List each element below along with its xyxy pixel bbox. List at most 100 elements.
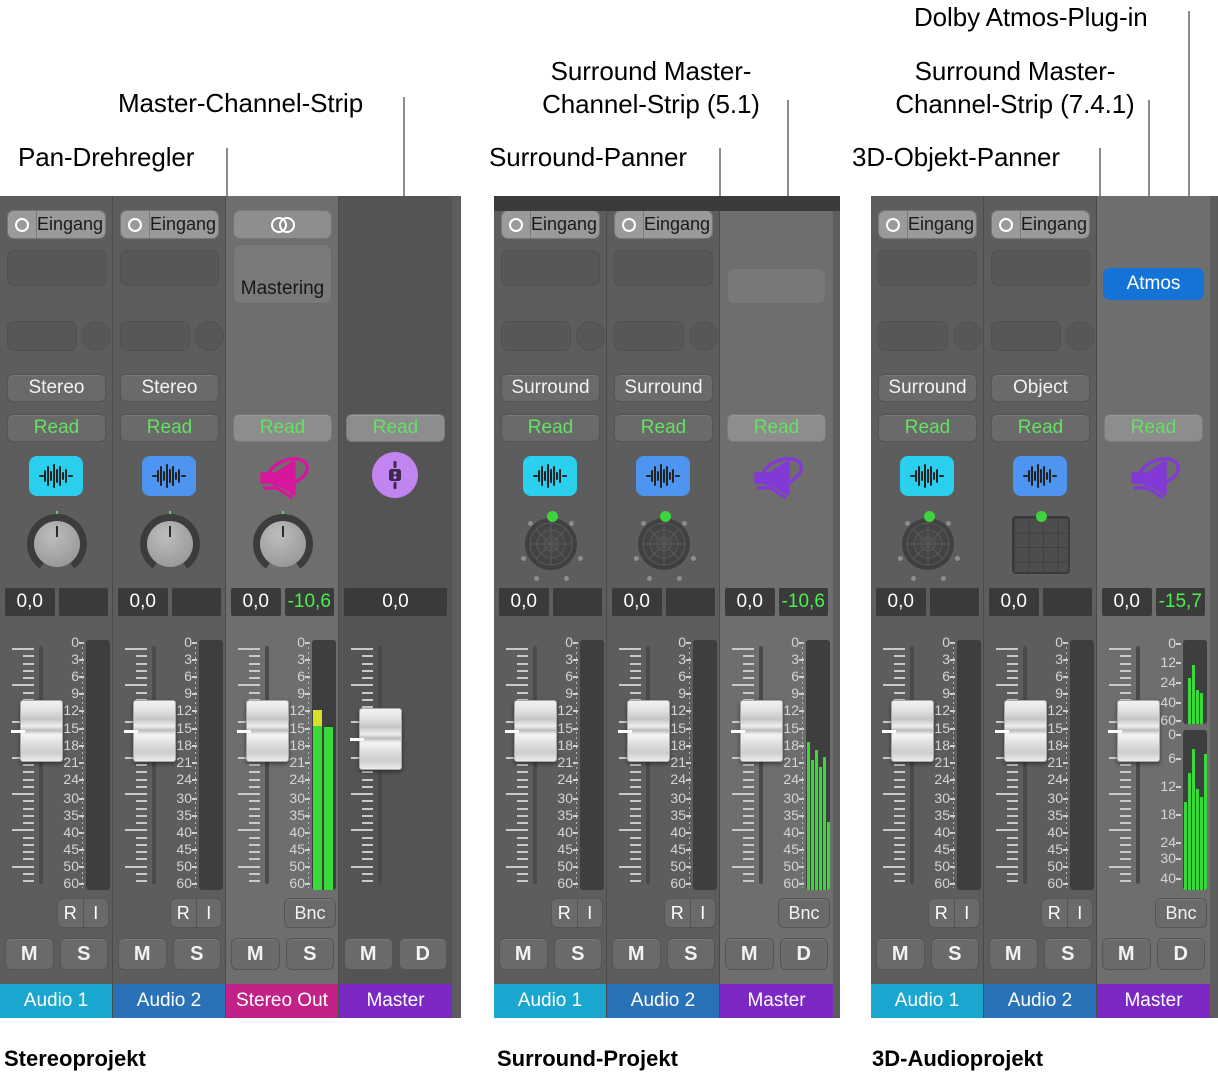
dolby-atmos-plugin-button[interactable]: Atmos (1103, 268, 1204, 300)
mute-button[interactable]: M (612, 938, 661, 970)
channel-strip-audio-1[interactable]: Eingang Surround Read 0,0 0 3 6 9 12 15 … (871, 196, 984, 1018)
input-monitor-button[interactable]: I (1068, 899, 1093, 927)
record-enable-cell[interactable] (615, 211, 644, 238)
automation-mode-button[interactable]: Read (120, 414, 219, 442)
output-jack-button[interactable] (372, 452, 418, 498)
track-type-waveform-button[interactable] (636, 456, 690, 496)
record-arm-button[interactable]: R (1042, 899, 1068, 927)
channel-strip-atmos-master[interactable]: Atmos Read 0,0 -15,7 0 12 24 40 60 0 6 1… (1097, 196, 1210, 1018)
input-slot-button[interactable]: Eingang (7, 210, 106, 239)
input-slot-button[interactable]: Eingang (878, 210, 977, 239)
channel-name-plate[interactable]: Stereo Out (226, 984, 338, 1018)
object-pan-puck[interactable] (1036, 511, 1047, 522)
solo-button[interactable]: S (59, 938, 108, 970)
input-monitor-button[interactable]: I (578, 899, 603, 927)
surround-speaker-button[interactable] (252, 452, 314, 500)
volume-fader[interactable] (1105, 640, 1160, 890)
fader-handle[interactable] (350, 708, 402, 770)
fader-handle[interactable] (995, 700, 1047, 762)
level-value[interactable]: -10,6 (778, 588, 828, 616)
track-type-waveform-button[interactable] (29, 456, 83, 496)
dim-button[interactable]: D (398, 938, 447, 970)
output-slot[interactable] (7, 250, 106, 286)
surround-pan-puck[interactable] (660, 511, 671, 522)
fader-handle[interactable] (618, 700, 670, 762)
channel-strip-audio-2[interactable]: Eingang Object Read 0,0 0 3 6 9 12 15 18… (984, 196, 1097, 1018)
level-value[interactable] (665, 588, 715, 616)
surround-speaker-button[interactable] (1123, 452, 1185, 500)
channel-format-button[interactable]: Stereo (120, 374, 219, 402)
bounce-button[interactable]: Bnc (1155, 898, 1207, 928)
pan-knob[interactable] (140, 511, 200, 574)
volume-fader[interactable] (879, 640, 934, 890)
channel-strip-audio-2[interactable]: Eingang Stereo Read 0,0 0 3 6 9 12 15 18… (113, 196, 226, 1018)
surround-panner[interactable] (516, 508, 586, 581)
send-slot[interactable] (614, 321, 684, 351)
volume-fader[interactable] (728, 640, 783, 890)
record-input-button-group[interactable]: R I (551, 898, 603, 928)
track-type-waveform-button[interactable] (900, 456, 954, 496)
pan-value[interactable]: 0,0 (989, 588, 1039, 616)
channel-name-plate[interactable]: Audio 2 (607, 984, 719, 1018)
solo-button[interactable]: S (666, 938, 715, 970)
send-slot[interactable] (501, 321, 571, 351)
fader-handle[interactable] (882, 700, 934, 762)
pan-value[interactable]: 0,0 (725, 588, 775, 616)
input-monitor-button[interactable]: I (691, 899, 716, 927)
level-value[interactable] (929, 588, 979, 616)
bounce-button[interactable]: Bnc (778, 898, 830, 928)
output-slot[interactable] (991, 250, 1090, 286)
channel-name-plate[interactable]: Master (339, 984, 452, 1018)
automation-mode-button[interactable]: Read (991, 414, 1090, 442)
automation-mode-button[interactable]: Read (7, 414, 106, 442)
channel-format-button[interactable]: Surround (501, 374, 600, 402)
automation-mode-button[interactable]: Read (878, 414, 977, 442)
send-knob[interactable] (689, 321, 718, 351)
record-arm-button[interactable]: R (552, 899, 578, 927)
level-value[interactable] (1042, 588, 1092, 616)
mute-button[interactable]: M (344, 938, 393, 970)
pan-knob[interactable] (27, 511, 87, 574)
channel-strip-audio-1[interactable]: Eingang Surround Read 0,0 0 3 6 9 12 15 … (494, 196, 607, 1018)
input-slot-button[interactable]: Eingang (501, 210, 600, 239)
surround-panner[interactable] (893, 508, 963, 581)
input-slot-button[interactable]: Eingang (991, 210, 1090, 239)
fader-handle[interactable] (11, 700, 63, 762)
send-knob[interactable] (953, 321, 982, 351)
record-input-button-group[interactable]: R I (170, 898, 222, 928)
solo-button[interactable]: S (1043, 938, 1092, 970)
level-value[interactable] (171, 588, 221, 616)
pan-value[interactable]: 0,0 (612, 588, 662, 616)
send-slot[interactable] (120, 321, 190, 351)
track-type-waveform-button[interactable] (523, 456, 577, 496)
track-type-waveform-button[interactable] (142, 456, 196, 496)
channel-strip-audio-2[interactable]: Eingang Surround Read 0,0 0 3 6 9 12 15 … (607, 196, 720, 1018)
automation-mode-button[interactable]: Read (233, 414, 332, 442)
record-enable-cell[interactable] (879, 211, 908, 238)
volume-fader[interactable] (615, 640, 670, 890)
send-knob[interactable] (82, 321, 111, 351)
solo-button[interactable]: S (172, 938, 221, 970)
automation-mode-button[interactable]: Read (501, 414, 600, 442)
channel-name-plate[interactable]: Audio 1 (0, 984, 112, 1018)
channel-strip-audio-1[interactable]: Eingang Stereo Read 0,0 0 3 6 9 12 15 18… (0, 196, 113, 1018)
record-arm-button[interactable]: R (929, 899, 955, 927)
channel-strip-master[interactable]: Read 0,0 M D Master (339, 196, 452, 1018)
channel-name-plate[interactable]: Master (1097, 984, 1210, 1018)
mute-button[interactable]: M (5, 938, 54, 970)
pan-value[interactable]: 0,0 (344, 588, 447, 616)
bounce-button[interactable]: Bnc (284, 898, 336, 928)
pan-value[interactable]: 0,0 (1102, 588, 1152, 616)
solo-button[interactable]: S (930, 938, 979, 970)
automation-mode-button[interactable]: Read (727, 414, 826, 442)
fader-handle[interactable] (237, 700, 289, 762)
volume-fader[interactable] (234, 640, 289, 890)
record-enable-cell[interactable] (8, 211, 37, 238)
level-value[interactable]: -15,7 (1155, 588, 1205, 616)
channel-format-button[interactable]: Object (991, 374, 1090, 402)
pan-value[interactable]: 0,0 (5, 588, 55, 616)
record-enable-cell[interactable] (502, 211, 531, 238)
pan-value[interactable]: 0,0 (231, 588, 281, 616)
volume-fader[interactable] (121, 640, 176, 890)
mute-button[interactable]: M (876, 938, 925, 970)
